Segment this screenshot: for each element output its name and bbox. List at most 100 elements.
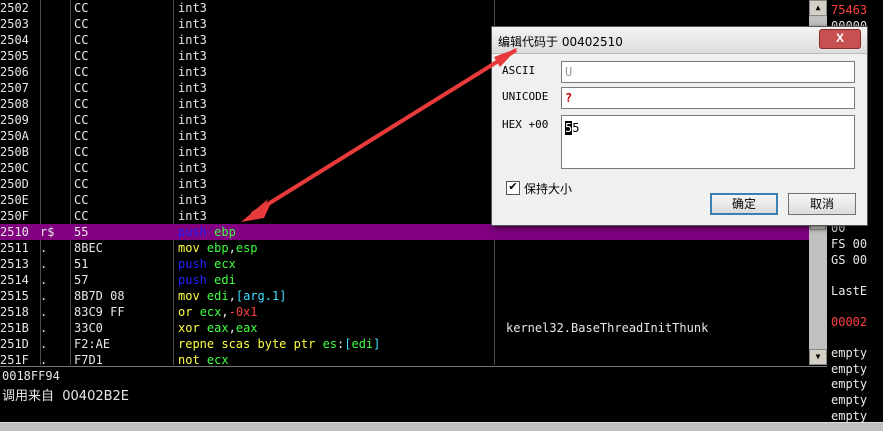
ascii-label: ASCII — [502, 64, 536, 77]
row-hex-bytes: 33C0 — [74, 321, 103, 335]
row-disassembly: int3 — [178, 177, 207, 191]
row-marker: . — [40, 257, 48, 271]
row-disassembly: int3 — [178, 145, 207, 159]
register-line[interactable]: empty — [831, 362, 867, 376]
row-marker: . — [40, 241, 48, 255]
row-address: 2513 — [0, 257, 29, 271]
register-line[interactable]: empty — [831, 346, 867, 360]
row-hex-bytes: F2:AE — [74, 337, 111, 351]
edit-code-dialog: 编辑代码于 00402510 X ASCII U UNICODE ? HEX +… — [491, 26, 868, 226]
cancel-button[interactable]: 取消 — [788, 193, 856, 215]
register-line[interactable]: empty — [831, 377, 867, 391]
row-hex-bytes: CC — [74, 97, 89, 111]
dialog-title: 编辑代码于 00402510 — [498, 35, 623, 49]
row-disassembly: int3 — [178, 97, 207, 111]
close-icon[interactable]: X — [819, 29, 861, 49]
row-disassembly: int3 — [178, 49, 207, 63]
info-call-from: 调用来自 00402B2E — [2, 389, 130, 404]
row-disassembly: mov ebp,esp — [178, 241, 258, 255]
register-line[interactable]: FS 00 — [831, 237, 867, 251]
register-line[interactable]: empty — [831, 393, 867, 407]
row-disassembly: int3 — [178, 65, 207, 79]
info-address: 0018FF94 — [2, 369, 60, 383]
row-hex-bytes: CC — [74, 193, 89, 207]
instruction-row[interactable]: 251B. 33C0 xor eax,eax kernel32.BaseThreadI… — [0, 320, 809, 336]
row-hex-bytes: CC — [74, 177, 89, 191]
row-disassembly: repne scas byte ptr es:[edi] — [178, 337, 381, 351]
scroll-up-icon[interactable]: ▲ — [809, 0, 827, 16]
instruction-row[interactable]: 2518. 83C9 FF or ecx,-0x1 — [0, 304, 809, 320]
row-address: 2505 — [0, 49, 29, 63]
row-marker: . — [40, 337, 48, 351]
row-hex-bytes: CC — [74, 33, 89, 47]
register-line[interactable]: empty — [831, 409, 867, 423]
row-address: 2507 — [0, 81, 29, 95]
selected-instruction-row[interactable]: 2510 r$ 55 push ebp — [0, 224, 809, 240]
instruction-row[interactable]: 2513. 51 push ecx — [0, 256, 809, 272]
instruction-row[interactable]: 2511. 8BEC mov ebp,esp — [0, 240, 809, 256]
row-hex-bytes: 51 — [74, 257, 89, 271]
row-address: 2510 — [0, 225, 29, 239]
hex-rest: 5 — [572, 121, 580, 135]
row-comment: kernel32.BaseThreadInitThunk — [506, 321, 709, 335]
row-address: 251F — [0, 353, 29, 365]
row-hex-bytes: CC — [74, 129, 89, 143]
row-address: 250D — [0, 177, 29, 191]
row-disassembly: int3 — [178, 17, 207, 31]
hex-field[interactable]: 55 — [561, 115, 855, 169]
row-disassembly: int3 — [178, 113, 207, 127]
row-address: 251D — [0, 337, 29, 351]
instruction-row[interactable]: 2515. 8B7D 08 mov edi,[arg.1] — [0, 288, 809, 304]
dialog-titlebar[interactable]: 编辑代码于 00402510 X — [492, 27, 867, 54]
row-disassembly: not ecx — [178, 353, 229, 365]
keep-size-label: 保持大小 — [524, 182, 573, 196]
row-disassembly: push ecx — [178, 257, 236, 271]
ascii-field[interactable]: U — [561, 61, 855, 83]
row-address: 2511 — [0, 241, 29, 255]
row-address: 2504 — [0, 33, 29, 47]
row-disassembly: or ecx,-0x1 — [178, 305, 258, 319]
ok-button[interactable]: 确定 — [710, 193, 778, 215]
row-hex-bytes: CC — [74, 145, 89, 159]
instruction-row[interactable]: 2502 CC int3 — [0, 0, 809, 16]
row-address: 2503 — [0, 17, 29, 31]
row-address: 251B — [0, 321, 29, 335]
register-line[interactable]: 75463 — [831, 3, 867, 17]
row-disassembly: int3 — [178, 33, 207, 47]
row-address: 2509 — [0, 113, 29, 127]
register-line[interactable]: GS 00 — [831, 253, 867, 267]
row-marker: . — [40, 321, 48, 335]
register-line[interactable]: LastE — [831, 284, 867, 298]
row-address: 250A — [0, 129, 29, 143]
row-address: 250F — [0, 209, 29, 223]
row-disassembly: int3 — [178, 1, 207, 15]
row-hex-bytes: CC — [74, 49, 89, 63]
row-marker: r$ — [40, 225, 55, 239]
row-disassembly: int3 — [178, 129, 207, 143]
row-hex-bytes: 55 — [74, 225, 89, 239]
instruction-row[interactable]: 251F. F7D1 not ecx — [0, 352, 809, 365]
scroll-down-icon[interactable]: ▼ — [809, 349, 827, 365]
row-address: 2515 — [0, 289, 29, 303]
row-disassembly: int3 — [178, 193, 207, 207]
row-hex-bytes: 83C9 FF — [74, 305, 125, 319]
row-address: 2502 — [0, 1, 29, 15]
keep-size-checkbox[interactable]: ✔ — [506, 181, 520, 195]
row-disassembly: push edi — [178, 273, 236, 287]
row-address: 250E — [0, 193, 29, 207]
row-disassembly: int3 — [178, 161, 207, 175]
row-address: 2518 — [0, 305, 29, 319]
row-disassembly: int3 — [178, 81, 207, 95]
instruction-row[interactable]: 251D. F2:AE repne scas byte ptr es:[edi] — [0, 336, 809, 352]
info-pane: 0018FF94 调用来自 00402B2E — [0, 366, 827, 423]
row-address: 2508 — [0, 97, 29, 111]
row-address: 250B — [0, 145, 29, 159]
row-hex-bytes: CC — [74, 161, 89, 175]
row-marker: . — [40, 353, 48, 365]
row-hex-bytes: CC — [74, 17, 89, 31]
register-line[interactable]: 00002 — [831, 315, 867, 329]
row-disassembly: xor eax,eax — [178, 321, 258, 335]
row-marker: . — [40, 273, 48, 287]
unicode-field[interactable]: ? — [561, 87, 855, 109]
instruction-row[interactable]: 2514. 57 push edi — [0, 272, 809, 288]
